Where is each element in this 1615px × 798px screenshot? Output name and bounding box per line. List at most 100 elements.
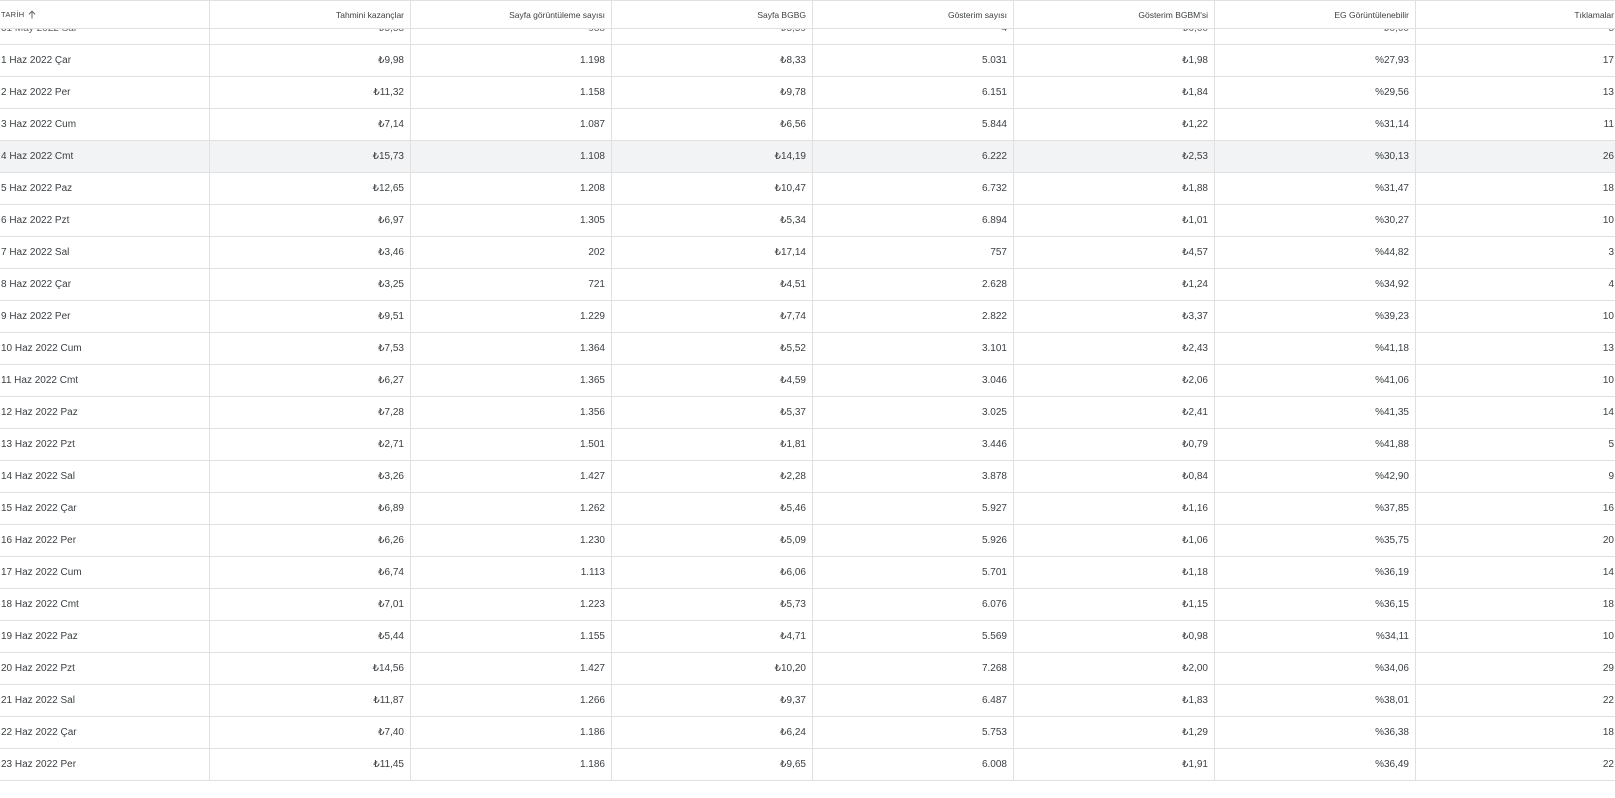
table-row[interactable]: 17 Haz 2022 Cum ₺6,74 1.113 ₺6,06 5.701 ₺1,18… (0, 557, 1615, 589)
cell-impressions: 5.753 (813, 717, 1014, 748)
cell-viewable: %31,14 (1215, 109, 1416, 140)
cell-page-rpm: ₺5,34 (612, 205, 813, 236)
cell-page-views: 1.186 (411, 717, 612, 748)
column-header-impressions[interactable]: Gösterim sayısı (813, 1, 1014, 28)
cell-page-rpm: ₺5,37 (612, 397, 813, 428)
column-header-clicks[interactable]: Tıklamalar (1416, 1, 1615, 28)
table-row[interactable]: 22 Haz 2022 Çar ₺7,40 1.186 ₺6,24 5.753 ₺1,29… (0, 717, 1615, 749)
table-row[interactable]: 8 Haz 2022 Çar ₺3,25 721 ₺4,51 2.628 ₺1,24 %34… (0, 269, 1615, 301)
cell-clicks: 11 (1603, 119, 1614, 130)
cell-impressions: 5.926 (813, 525, 1014, 556)
cell-impressions: 7.268 (813, 653, 1014, 684)
table-row[interactable]: 14 Haz 2022 Sal ₺3,26 1.427 ₺2,28 3.878 ₺0,84… (0, 461, 1615, 493)
cell-earnings: ₺7,01 (210, 589, 411, 620)
cell-page-views: 1.427 (411, 653, 612, 684)
cell-impression-rpm: ₺2,00 (1014, 653, 1215, 684)
table-row[interactable]: 6 Haz 2022 Pzt ₺6,97 1.305 ₺5,34 6.894 ₺1,01%… (0, 205, 1615, 237)
cell-viewable: %44,82 (1215, 237, 1416, 268)
cell-viewable: %35,75 (1215, 525, 1416, 556)
cell-viewable: %34,11 (1215, 621, 1416, 652)
cell-earnings: ₺6,26 (210, 525, 411, 556)
cell-impression-rpm: ₺1,88 (1014, 173, 1215, 204)
table-row[interactable]: 11 Haz 2022 Cmt ₺6,27 1.365 ₺4,59 3.046 ₺2,06… (0, 365, 1615, 397)
cell-viewable: %42,90 (1215, 461, 1416, 492)
column-header-page-rpm[interactable]: Sayfa BGBG (612, 1, 813, 28)
table-row[interactable]: 23 Haz 2022 Per ₺11,45 1.186 ₺9,65 6.008 ₺1,9… (0, 749, 1615, 781)
cell-clicks: 18 (1602, 183, 1614, 194)
cell-earnings: ₺11,87 (210, 685, 411, 716)
cell-impression-rpm: ₺1,22 (1014, 109, 1215, 140)
cell-earnings: ₺11,45 (210, 749, 411, 780)
cell-page-rpm: ₺17,14 (612, 237, 813, 268)
cell-viewable: %34,06 (1215, 653, 1416, 684)
cell-date: 19 Haz 2022 Paz (0, 621, 210, 652)
cell-date: 5 Haz 2022 Paz (0, 173, 210, 204)
table-row[interactable]: 7 Haz 2022 Sal ₺3,46 202 ₺17,14 757 ₺4,57 %44,… (0, 237, 1615, 269)
cell-page-views: 1.266 (411, 685, 612, 716)
cell-earnings: ₺9,51 (210, 301, 411, 332)
cell-page-rpm: ₺6,56 (612, 109, 813, 140)
cell-earnings: ₺15,73 (210, 141, 411, 172)
column-header-date[interactable]: TARİH (0, 1, 210, 28)
table-row[interactable]: 5 Haz 2022 Paz ₺12,65 1.208 ₺10,47 6.732 ₺1,8… (0, 173, 1615, 205)
cell-page-views: 1.356 (411, 397, 612, 428)
table-row[interactable]: 20 Haz 2022 Pzt ₺14,56 1.427 ₺10,20 7.268 ₺2,… (0, 653, 1615, 685)
table-row[interactable]: 4 Haz 2022 Cmt ₺15,73 1.108 ₺14,19 6.222 ₺2,5… (0, 141, 1615, 173)
table-row[interactable]: 18 Haz 2022 Cmt ₺7,01 1.223 ₺5,73 6.076 ₺1,15… (0, 589, 1615, 621)
cell-impressions: 2.822 (813, 301, 1014, 332)
cell-impressions: 5.927 (813, 493, 1014, 524)
cell-earnings: ₺2,71 (210, 429, 411, 460)
column-header-impression-rpm[interactable]: Gösterim BGBM'si (1014, 1, 1215, 28)
cell-page-rpm: ₺8,33 (612, 45, 813, 76)
table-row[interactable]: 16 Haz 2022 Per ₺6,26 1.230 ₺5,09 5.926 ₺1,06… (0, 525, 1615, 557)
table-row[interactable]: 21 Haz 2022 Sal ₺11,87 1.266 ₺9,37 6.487 ₺1,8… (0, 685, 1615, 717)
cell-impression-rpm: ₺1,24 (1014, 269, 1215, 300)
arrow-up-icon[interactable] (28, 10, 36, 19)
table-row[interactable]: 3 Haz 2022 Cum ₺7,14 1.087 ₺6,56 5.844 ₺1,22%… (0, 109, 1615, 141)
cell-viewable: %37,85 (1215, 493, 1416, 524)
cell-earnings: ₺12,65 (210, 173, 411, 204)
cell-impression-rpm: ₺2,43 (1014, 333, 1215, 364)
cell-page-rpm: ₺9,65 (612, 749, 813, 780)
cell-impressions: 3.046 (813, 365, 1014, 396)
cell-viewable: %38,01 (1215, 685, 1416, 716)
cell-impression-rpm: ₺3,37 (1014, 301, 1215, 332)
table-row[interactable]: 19 Haz 2022 Paz ₺5,44 1.155 ₺4,71 5.569 ₺0,98… (0, 621, 1615, 653)
cell-viewable: %41,06 (1215, 365, 1416, 396)
cell-page-views: 1.223 (411, 589, 612, 620)
cell-date: 12 Haz 2022 Paz (0, 397, 210, 428)
column-header-page-views[interactable]: Sayfa görüntüleme sayısı (411, 1, 612, 28)
report-table: 31 May 2022 Sal ₺5,53 988 ₺5,59 4 ₺0,00 … (0, 0, 1615, 798)
cell-impressions: 3.446 (813, 429, 1014, 460)
table-row[interactable]: 10 Haz 2022 Cum ₺7,53 1.364 ₺5,52 3.101 ₺2,43… (0, 333, 1615, 365)
cell-viewable: %30,27 (1215, 205, 1416, 236)
cell-date: 4 Haz 2022 Cmt (0, 141, 210, 172)
table-row[interactable]: 13 Haz 2022 Pzt ₺2,71 1.501 ₺1,81 3.446 ₺0,79… (0, 429, 1615, 461)
cell-impressions: 6.732 (813, 173, 1014, 204)
table-row[interactable]: 9 Haz 2022 Per ₺9,51 1.229 ₺7,74 2.822 ₺3,37%… (0, 301, 1615, 333)
cell-earnings: ₺6,97 (210, 205, 411, 236)
cell-viewable: %31,47 (1215, 173, 1416, 204)
cell-earnings: ₺9,98 (210, 45, 411, 76)
table-body: 31 May 2022 Sal ₺5,53 988 ₺5,59 4 ₺0,00 … (0, 13, 1615, 781)
table-row[interactable]: 12 Haz 2022 Paz ₺7,28 1.356 ₺5,37 3.025 ₺2,41… (0, 397, 1615, 429)
cell-clicks: 4 (1608, 279, 1614, 290)
table-row[interactable]: 1 Haz 2022 Çar ₺9,98 1.198 ₺8,33 5.031 ₺1,98%… (0, 45, 1615, 77)
cell-earnings: ₺5,44 (210, 621, 411, 652)
cell-earnings: ₺3,25 (210, 269, 411, 300)
cell-page-views: 1.208 (411, 173, 612, 204)
table-row[interactable]: 15 Haz 2022 Çar ₺6,89 1.262 ₺5,46 5.927 ₺1,16… (0, 493, 1615, 525)
cell-page-rpm: ₺9,78 (612, 77, 813, 108)
table-row[interactable]: 2 Haz 2022 Per ₺11,32 1.158 ₺9,78 6.151 ₺1,84… (0, 77, 1615, 109)
cell-page-views: 1.427 (411, 461, 612, 492)
cell-impression-rpm: ₺0,84 (1014, 461, 1215, 492)
cell-page-rpm: ₺6,06 (612, 557, 813, 588)
cell-viewable: %41,35 (1215, 397, 1416, 428)
cell-impressions: 6.487 (813, 685, 1014, 716)
cell-impression-rpm: ₺0,79 (1014, 429, 1215, 460)
cell-date: 3 Haz 2022 Cum (0, 109, 210, 140)
column-header-viewable[interactable]: EG Görüntülenebilir (1215, 1, 1416, 28)
column-header-earnings[interactable]: Tahmini kazançlar (210, 1, 411, 28)
cell-clicks: 3 (1608, 247, 1614, 258)
cell-page-views: 1.198 (411, 45, 612, 76)
